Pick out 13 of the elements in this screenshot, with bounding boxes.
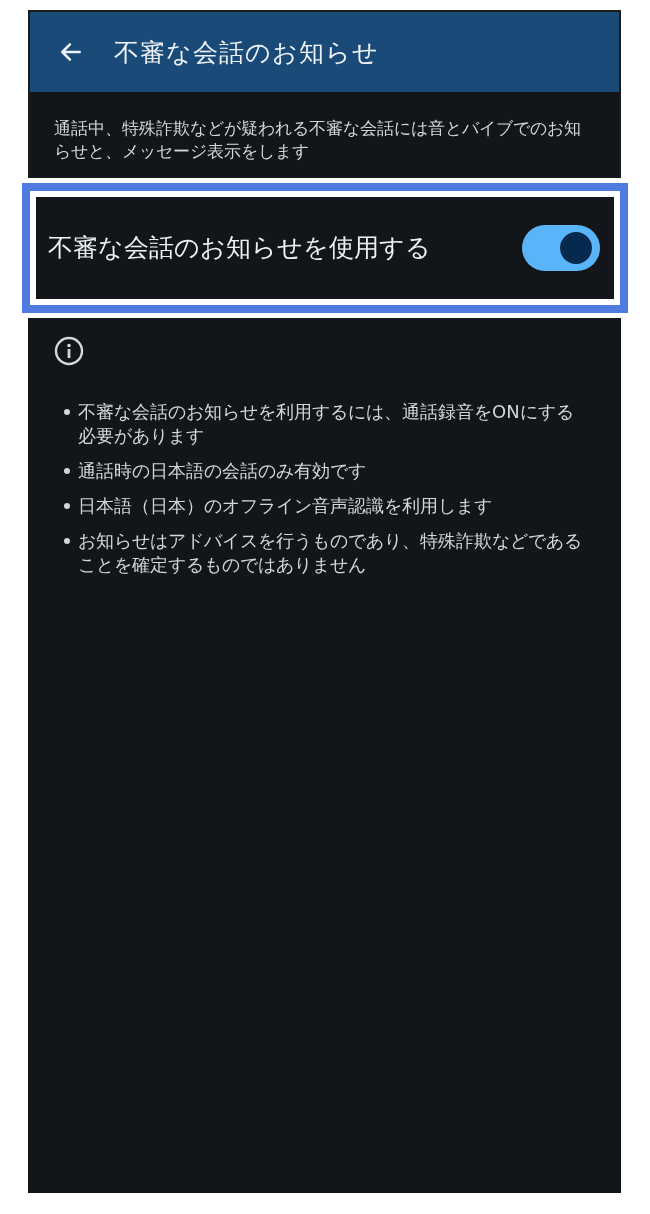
info-icon [54, 336, 84, 366]
bullet-icon [64, 538, 70, 544]
bullet-icon [64, 468, 70, 474]
bullet-icon [64, 409, 70, 415]
description-text: 通話中、特殊詐欺などが疑われる不審な会話には音とバイブでのお知らせと、メッセージ表示をします [28, 92, 621, 178]
note-text: 通話時の日本語の会話のみ有効です [78, 459, 367, 483]
toggle-switch[interactable] [522, 225, 600, 271]
note-text: 不審な会話のお知らせを利用するには、通話録音をONにする必要があります [78, 400, 575, 448]
note-text: お知らせはアドバイスを行うものであり、特殊詐欺などであることを確定するものではありません [78, 529, 583, 577]
note-text: 日本語（日本）のオフライン音声認識を利用します [78, 494, 493, 518]
setting-label: 不審な会話のお知らせを使用する [48, 232, 432, 264]
page-title: 不審な会話のお知らせ [114, 36, 379, 69]
bullet-icon [64, 503, 70, 509]
